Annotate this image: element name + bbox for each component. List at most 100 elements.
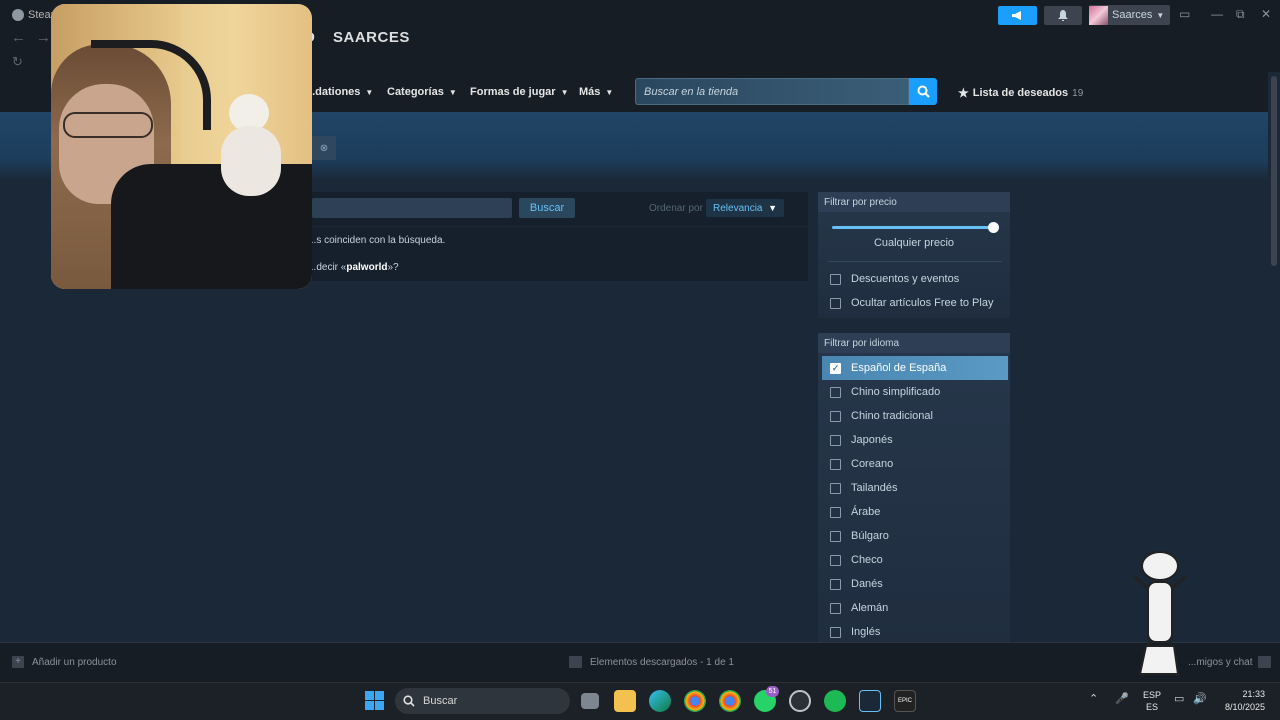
whatsapp-badge: 51 — [766, 686, 779, 697]
big-picture-icon[interactable]: ▭ — [1179, 7, 1190, 21]
lang-german[interactable]: Alemán — [822, 596, 1008, 620]
price-filter-header[interactable]: Filtrar por precio — [818, 192, 1010, 212]
epic-games-icon[interactable]: EPIC — [894, 690, 916, 712]
announcements-button[interactable] — [998, 6, 1037, 25]
lang-czech[interactable]: Checo — [822, 548, 1008, 572]
filter-discounts[interactable]: Descuentos y eventos — [822, 267, 1008, 291]
lang-english[interactable]: Inglés — [822, 620, 1008, 644]
microphone-icon[interactable]: 🎤 — [1115, 692, 1129, 705]
steam-taskbar-icon[interactable] — [859, 690, 881, 712]
chevron-down-icon: ▼ — [448, 87, 457, 97]
restore-icon[interactable]: ⧉ — [1236, 7, 1245, 22]
store-search-input[interactable]: Buscar en la tienda — [635, 78, 909, 105]
chrome-icon[interactable] — [719, 690, 741, 712]
network-icon[interactable]: ▭ — [1174, 692, 1184, 705]
nav-recommendations-label: ...dationes — [306, 86, 361, 98]
taskbar-clock[interactable]: 21:33 8/10/2025 — [1216, 688, 1265, 714]
checkbox[interactable] — [830, 554, 841, 566]
checkbox[interactable] — [830, 578, 841, 590]
suggestion-suffix: »? — [387, 262, 399, 273]
volume-icon[interactable]: 🔊 — [1193, 692, 1207, 705]
add-product-label: Añadir un producto — [32, 656, 117, 668]
checkbox[interactable] — [830, 434, 841, 446]
friends-chat-button[interactable]: ...migos y chat — [1188, 656, 1272, 668]
checkbox[interactable] — [830, 410, 841, 422]
suggestion-prefix: ...decir « — [308, 262, 347, 273]
download-icon — [569, 656, 582, 668]
lang-label: Alemán — [851, 602, 889, 614]
user-menu[interactable]: Saarces ▼ — [1089, 5, 1171, 25]
checkbox[interactable] — [830, 386, 841, 398]
checkbox[interactable] — [830, 506, 841, 518]
wishlist-count: 19 — [1072, 87, 1084, 99]
nav-categories[interactable]: Categorías ▼ — [387, 86, 457, 98]
lang-spanish-spain[interactable]: ✓ Español de España — [822, 356, 1008, 380]
lang-label: Chino simplificado — [851, 386, 941, 398]
lang-thai[interactable]: Tailandés — [822, 476, 1008, 500]
search-term-input[interactable] — [312, 198, 512, 218]
lang-bulgarian[interactable]: Búlgaro — [822, 524, 1008, 548]
chrome-alt-icon[interactable] — [684, 690, 706, 712]
checkbox[interactable] — [830, 273, 841, 285]
refresh-icon[interactable]: ↻ — [12, 54, 23, 70]
checkbox[interactable] — [830, 602, 841, 614]
taskbar-search[interactable]: Buscar — [395, 688, 570, 714]
downloads-button[interactable]: Elementos descargados - 1 de 1 — [569, 656, 734, 668]
username-tab[interactable]: SAARCES — [333, 29, 410, 46]
close-icon[interactable]: ✕ — [1261, 7, 1271, 21]
nav-ways-to-play-label: Formas de jugar — [470, 86, 556, 98]
checkbox[interactable] — [830, 482, 841, 494]
nav-more[interactable]: Más ▼ — [579, 86, 613, 98]
chevron-down-icon: ▼ — [1156, 10, 1165, 20]
chevron-up-icon[interactable]: ⌃ — [1089, 692, 1098, 705]
checkbox[interactable] — [830, 626, 841, 638]
price-slider-track[interactable] — [832, 226, 994, 229]
checkbox[interactable] — [830, 297, 841, 309]
lang-japanese[interactable]: Japonés — [822, 428, 1008, 452]
add-product-button[interactable]: + Añadir un producto — [12, 656, 117, 668]
clear-tag-button[interactable]: ⊗ — [312, 136, 336, 160]
page-scrollbar[interactable] — [1268, 72, 1280, 642]
sort-value: Relevancia — [713, 202, 763, 214]
notifications-button[interactable] — [1044, 6, 1082, 25]
start-button[interactable] — [365, 691, 384, 710]
input-language[interactable]: ESP ES — [1143, 689, 1161, 713]
checkbox[interactable] — [830, 458, 841, 470]
scrollbar-thumb[interactable] — [1271, 76, 1277, 266]
language-filter-header[interactable]: Filtrar por idioma — [818, 333, 1010, 353]
chevron-down-icon: ▼ — [365, 87, 374, 97]
spotify-icon[interactable] — [824, 690, 846, 712]
lang-chinese-simplified[interactable]: Chino simplificado — [822, 380, 1008, 404]
task-view-icon[interactable] — [581, 693, 599, 709]
sort-select[interactable]: Relevancia ▼ — [706, 199, 784, 217]
price-slider-handle[interactable] — [988, 222, 999, 233]
lang-label: Checo — [851, 554, 883, 566]
webcam-shirt — [111, 164, 312, 289]
nav-recommendations[interactable]: ...dationes ▼ — [306, 86, 373, 98]
teddy-bear — [221, 94, 281, 204]
minimize-icon[interactable]: — — [1211, 7, 1223, 21]
did-you-mean: ...decir «palworld»? — [308, 262, 399, 273]
lang-danish[interactable]: Danés — [822, 572, 1008, 596]
lang-arabic[interactable]: Árabe — [822, 500, 1008, 524]
windows-taskbar — [0, 682, 1280, 720]
file-explorer-icon[interactable] — [614, 690, 636, 712]
checkbox-checked[interactable]: ✓ — [830, 362, 841, 374]
filter-hide-free-label: Ocultar artículos Free to Play — [851, 297, 994, 309]
search-button[interactable]: Buscar — [519, 198, 575, 218]
forward-arrow-icon[interactable]: → — [36, 30, 51, 46]
edge-icon[interactable] — [649, 690, 671, 712]
lang-korean[interactable]: Coreano — [822, 452, 1008, 476]
back-arrow-icon[interactable]: ← — [11, 30, 26, 46]
lang-chinese-traditional[interactable]: Chino tradicional — [822, 404, 1008, 428]
filter-hide-free[interactable]: Ocultar artículos Free to Play — [822, 291, 1008, 315]
nav-ways-to-play[interactable]: Formas de jugar ▼ — [470, 86, 569, 98]
wishlist-label: Lista de deseados — [972, 87, 1069, 99]
store-search-button[interactable] — [909, 78, 937, 105]
app-icon[interactable] — [789, 690, 811, 712]
wishlist-link[interactable]: ★ Lista de deseados 19 — [958, 86, 1083, 100]
checkbox[interactable] — [830, 530, 841, 542]
lang-label: Árabe — [851, 506, 881, 518]
suggestion-link[interactable]: palworld — [346, 262, 387, 273]
price-label: Cualquier precio — [873, 237, 955, 249]
